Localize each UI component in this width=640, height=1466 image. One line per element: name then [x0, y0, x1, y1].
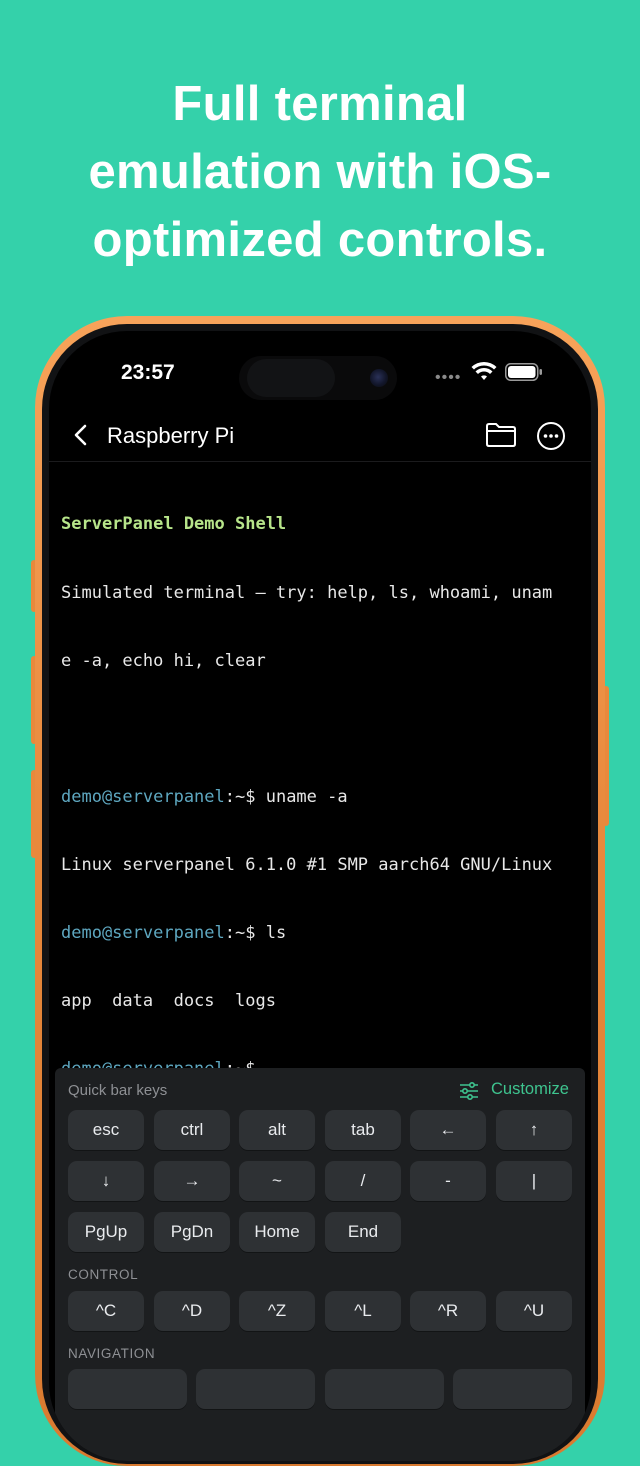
- key-arrow-up[interactable]: ↑: [496, 1110, 572, 1150]
- headline-line-3: optimized controls.: [92, 213, 548, 267]
- front-camera: [370, 369, 388, 387]
- signal-dots-icon: ••••: [435, 369, 462, 386]
- prompt-suffix: :~$: [224, 922, 256, 943]
- key-arrow-left[interactable]: ←: [410, 1110, 486, 1150]
- quick-bar-label: Quick bar keys: [68, 1082, 168, 1099]
- terminal-prompt: demo@serverpanel: [61, 922, 225, 943]
- navigation-key[interactable]: [68, 1369, 187, 1409]
- wifi-icon: [471, 361, 497, 380]
- terminal-command: uname -a: [255, 786, 348, 807]
- key-ctrl-r[interactable]: ^R: [410, 1291, 486, 1331]
- headline-line-2: emulation with iOS-: [88, 145, 552, 199]
- folder-icon[interactable]: [485, 421, 517, 449]
- terminal-output-line: app data docs logs: [61, 991, 276, 1012]
- key-esc[interactable]: esc: [68, 1110, 144, 1150]
- key-arrow-down[interactable]: ↓: [68, 1161, 144, 1201]
- status-time: 23:57: [121, 361, 175, 384]
- key-pgup[interactable]: PgUp: [68, 1212, 144, 1252]
- key-ctrl-l[interactable]: ^L: [325, 1291, 401, 1331]
- terminal-heading: ServerPanel Demo Shell: [61, 514, 287, 535]
- battery-icon: [505, 363, 542, 381]
- prompt-suffix: :~$: [224, 786, 256, 807]
- quick-bar-panel: Quick bar keys Customize esc ctrl alt ta…: [55, 1068, 585, 1461]
- nav-title: Raspberry Pi: [107, 423, 235, 448]
- control-section-label: CONTROL: [68, 1267, 139, 1282]
- navigation-key[interactable]: [453, 1369, 572, 1409]
- key-alt[interactable]: alt: [239, 1110, 315, 1150]
- key-ctrl-u[interactable]: ^U: [496, 1291, 572, 1331]
- key-arrow-right[interactable]: →: [154, 1161, 230, 1201]
- terminal-prompt: demo@serverpanel: [61, 786, 225, 807]
- terminal-line: demo@serverpanel:~$ uname -a: [61, 786, 581, 809]
- headline-line-1: Full terminal: [172, 77, 468, 131]
- key-ctrl[interactable]: ctrl: [154, 1110, 230, 1150]
- back-chevron-icon[interactable]: [71, 423, 91, 447]
- terminal-intro-line-2: e -a, echo hi, clear: [61, 650, 266, 671]
- key-tab[interactable]: tab: [325, 1110, 401, 1150]
- key-dash[interactable]: -: [410, 1161, 486, 1201]
- phone-screen: 23:57 •••• Raspberry Pi ServerPanel Demo…: [49, 331, 591, 1461]
- key-home[interactable]: Home: [239, 1212, 315, 1252]
- key-ctrl-z[interactable]: ^Z: [239, 1291, 315, 1331]
- key-ctrl-c[interactable]: ^C: [68, 1291, 144, 1331]
- headline: Full terminal emulation with iOS- optimi…: [0, 70, 640, 274]
- sliders-icon[interactable]: [459, 1082, 479, 1100]
- key-pgdn[interactable]: PgDn: [154, 1212, 230, 1252]
- nav-bar: Raspberry Pi: [49, 409, 591, 462]
- navigation-section-label: NAVIGATION: [68, 1346, 156, 1361]
- more-options-icon[interactable]: [536, 421, 566, 451]
- terminal-line: demo@serverpanel:~$ ls: [61, 922, 581, 945]
- key-pipe[interactable]: |: [496, 1161, 572, 1201]
- key-end[interactable]: End: [325, 1212, 401, 1252]
- key-ctrl-d[interactable]: ^D: [154, 1291, 230, 1331]
- dynamic-island-pill: [247, 359, 335, 397]
- terminal-output-line: Linux serverpanel 6.1.0 #1 SMP aarch64 G…: [61, 854, 553, 875]
- navigation-key[interactable]: [325, 1369, 444, 1409]
- customize-button[interactable]: Customize: [491, 1080, 569, 1099]
- navigation-key[interactable]: [196, 1369, 315, 1409]
- terminal-command: ls: [255, 922, 287, 943]
- key-tilde[interactable]: ~: [239, 1161, 315, 1201]
- terminal-intro-line-1: Simulated terminal — try: help, ls, whoa…: [61, 582, 553, 603]
- key-slash[interactable]: /: [325, 1161, 401, 1201]
